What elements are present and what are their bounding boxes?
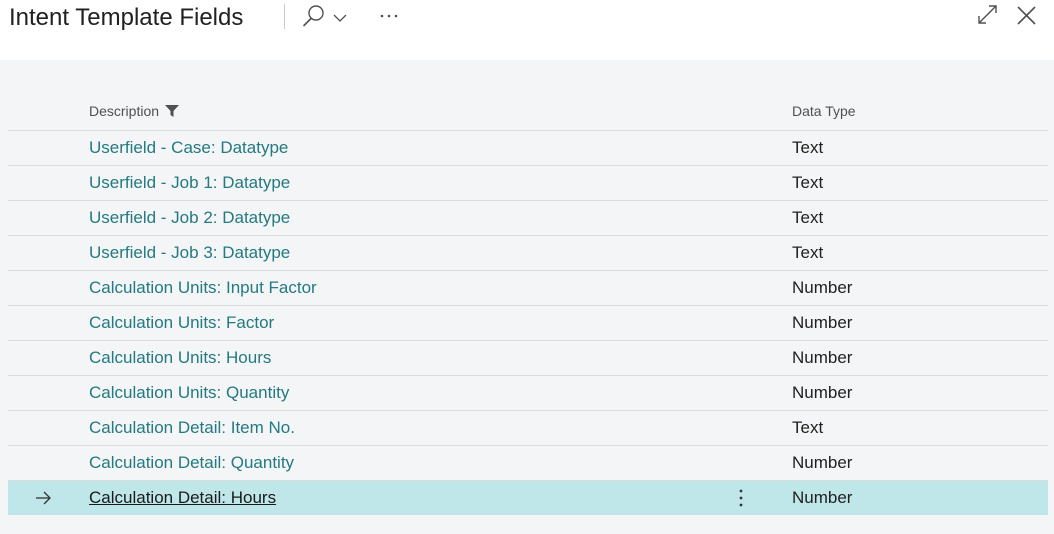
row-description-link[interactable]: Calculation Units: Factor [89, 306, 274, 340]
fields-table: Userfield - Case: Datatype Text Userfield … [8, 130, 1048, 515]
table-row[interactable]: Calculation Detail: Hours Number [8, 480, 1048, 515]
expand-icon [978, 5, 997, 24]
header-divider [284, 4, 285, 29]
row-data-type: Number [792, 488, 853, 507]
list-content: Description Data Type Userfield - Case: … [0, 60, 1054, 534]
table-row[interactable]: Calculation Units: Hours Number [8, 340, 1048, 375]
row-description-link[interactable]: Calculation Units: Hours [89, 341, 271, 375]
row-description-link[interactable]: Calculation Detail: Hours [89, 481, 276, 515]
table-row[interactable]: Calculation Detail: Item No. Text [8, 410, 1048, 445]
row-description-link[interactable]: Userfield - Case: Datatype [89, 131, 288, 165]
row-description-link[interactable]: Calculation Detail: Quantity [89, 446, 294, 480]
table-row[interactable]: Calculation Units: Factor Number [8, 305, 1048, 340]
arrow-right-icon [36, 491, 51, 505]
expand-button[interactable] [974, 2, 1002, 30]
row-data-type: Number [792, 453, 853, 472]
kebab-menu-icon[interactable] [732, 487, 750, 509]
search-icon [303, 5, 324, 27]
row-data-type: Number [792, 383, 853, 402]
page-header: Intent Template Fields [0, 0, 1054, 60]
table-row[interactable]: Userfield - Job 3: Datatype Text [8, 235, 1048, 270]
table-row[interactable]: Calculation Units: Quantity Number [8, 375, 1048, 410]
table-row[interactable]: Userfield - Case: Datatype Text [8, 130, 1048, 165]
column-header-description[interactable]: Description [89, 101, 180, 121]
column-header-data-type[interactable]: Data Type [792, 101, 856, 121]
row-data-type: Text [792, 138, 824, 157]
row-data-type: Text [792, 208, 824, 227]
more-options-button[interactable] [374, 2, 406, 32]
row-data-type: Text [792, 243, 824, 262]
row-data-type: Text [792, 173, 824, 192]
filter-icon [165, 105, 180, 117]
row-description-link[interactable]: Userfield - Job 1: Datatype [89, 166, 290, 200]
row-data-type: Text [792, 418, 824, 437]
page-title: Intent Template Fields [9, 4, 244, 31]
more-options-icon [380, 14, 398, 18]
row-description-link[interactable]: Userfield - Job 3: Datatype [89, 236, 290, 270]
table-row[interactable]: Userfield - Job 2: Datatype Text [8, 200, 1048, 235]
row-description-link[interactable]: Calculation Detail: Item No. [89, 411, 295, 445]
row-description-link[interactable]: Calculation Units: Quantity [89, 376, 289, 410]
row-data-type: Number [792, 313, 853, 332]
close-button[interactable] [1013, 2, 1041, 30]
close-icon [1017, 6, 1036, 25]
chevron-down-icon [333, 14, 347, 22]
row-data-type: Number [792, 348, 853, 367]
column-header-description-label: Description [89, 103, 160, 119]
row-description-link[interactable]: Calculation Units: Input Factor [89, 271, 317, 305]
table-row[interactable]: Calculation Units: Input Factor Number [8, 270, 1048, 305]
search-button[interactable] [300, 2, 356, 32]
table-row[interactable]: Userfield - Job 1: Datatype Text [8, 165, 1048, 200]
row-description-link[interactable]: Userfield - Job 2: Datatype [89, 201, 290, 235]
table-row[interactable]: Calculation Detail: Quantity Number [8, 445, 1048, 480]
row-data-type: Number [792, 278, 853, 297]
